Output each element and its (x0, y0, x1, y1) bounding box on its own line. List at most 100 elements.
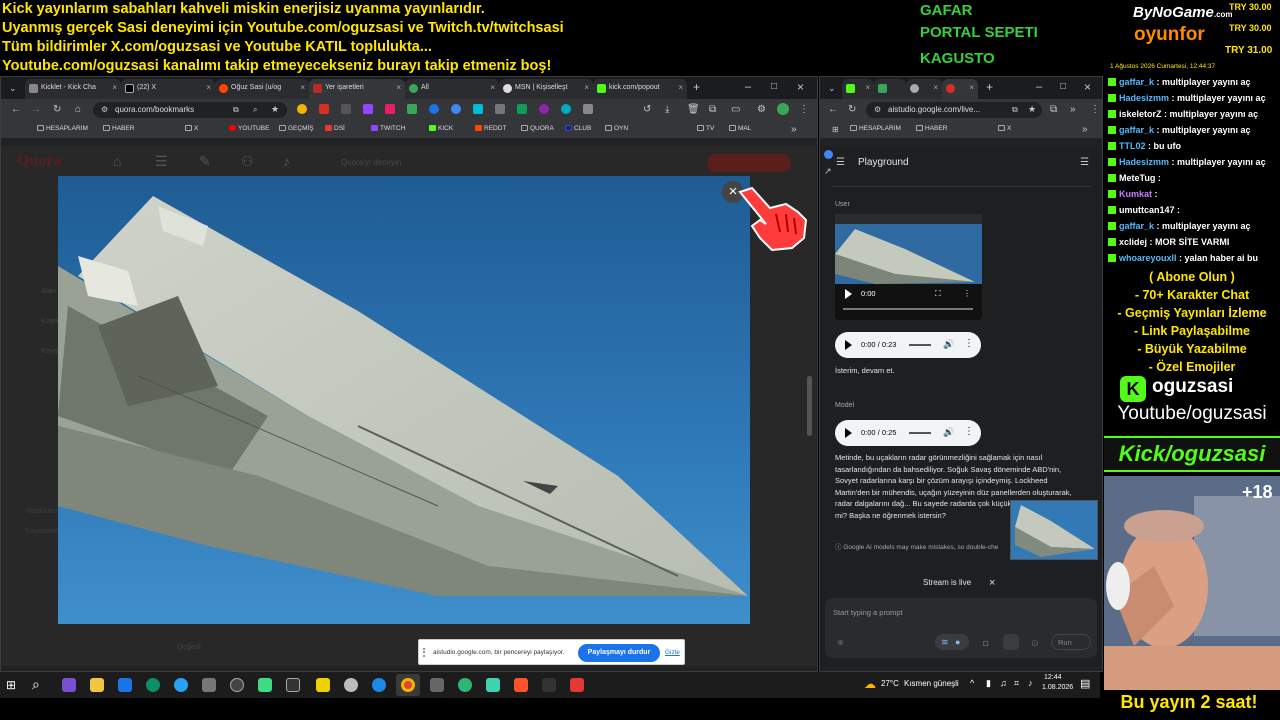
new-tab-icon[interactable]: + (986, 81, 993, 93)
extensions-icon[interactable]: ⧉ (1050, 105, 1057, 115)
play-icon[interactable] (845, 289, 852, 299)
video-player[interactable]: 0:00 ⛶ ⋮ (835, 214, 982, 320)
forward-icon[interactable]: → (31, 105, 41, 115)
pen-app-icon[interactable] (62, 678, 76, 692)
sidebar-item[interactable]: Kaydedildi (25, 526, 60, 535)
menu-icon[interactable]: ☰ (836, 158, 845, 168)
back-icon[interactable]: ← (828, 105, 838, 115)
chat-username[interactable]: umuttcan147 (1119, 205, 1175, 215)
chat-username[interactable]: whoareyouxll (1119, 253, 1177, 263)
history-icon[interactable]: ↺ (643, 105, 651, 115)
tab-all[interactable]: All × (405, 79, 499, 99)
play-icon[interactable] (845, 340, 852, 350)
settings-icon[interactable]: ⚙ (757, 105, 766, 115)
app-icon[interactable] (570, 678, 584, 692)
bookmark-item[interactable]: HESAPLARIM (850, 125, 901, 132)
camera-app-icon[interactable] (202, 678, 216, 692)
sidebar-item[interactable]: Alan (41, 286, 56, 295)
chat-username[interactable]: Hadesizmm (1119, 93, 1169, 103)
drag-handle[interactable] (423, 648, 427, 657)
clock-date[interactable]: 1.08.2026 (1042, 684, 1073, 691)
extensions-icon[interactable]: ⧉ (709, 105, 716, 115)
more-bookmarks-icon[interactable]: » (1082, 125, 1088, 135)
extension-icon[interactable] (341, 104, 351, 114)
sidebar-icon[interactable]: ▭ (731, 105, 740, 115)
chat-username[interactable]: xclidej (1119, 237, 1147, 247)
address-bar[interactable]: ⚙ quora.com/bookmarks ⧉ ⌕ ★ (93, 102, 287, 118)
bookmark-item[interactable]: KICK (429, 125, 453, 132)
app-icon[interactable] (458, 678, 472, 692)
bookmark-star-icon[interactable]: ★ (1028, 104, 1036, 114)
extension-icon[interactable] (495, 104, 505, 114)
bookmark-item[interactable]: TV (697, 125, 714, 132)
tab-search-icon[interactable]: ⌄ (9, 83, 17, 93)
prompt-input[interactable]: Start typing a prompt (833, 608, 903, 617)
notifications-icon[interactable]: ▤ (1080, 677, 1090, 690)
live-preview[interactable] (1010, 500, 1098, 560)
weather-temp[interactable]: 27°C (881, 679, 899, 688)
screen-share-icon[interactable] (1003, 634, 1019, 650)
app-icon[interactable] (486, 678, 500, 692)
avatar[interactable] (777, 103, 789, 115)
app-icon[interactable] (430, 678, 444, 692)
minimize-icon[interactable]: – (1036, 82, 1042, 93)
zoom-icon[interactable]: ⌕ (253, 105, 257, 115)
tab-x[interactable]: (22) X × (121, 79, 215, 99)
more-icon[interactable]: » (1070, 105, 1076, 115)
home-icon[interactable]: ⌂ (75, 105, 81, 115)
scrollbar[interactable] (807, 376, 812, 436)
feed-icon[interactable]: ☰ (155, 154, 168, 168)
tab-kicklet[interactable]: Kicklet - Kick Cha × (25, 79, 121, 99)
new-tab-icon[interactable]: + (693, 81, 700, 93)
bookmark-star-icon[interactable]: ★ (271, 104, 279, 114)
extension-icon[interactable] (385, 104, 395, 114)
search-input[interactable]: Quora'yı deneyin (323, 154, 513, 172)
volume-icon[interactable]: ♪ (1028, 678, 1033, 688)
tab-msn[interactable]: MSN | Kişiselleşt × (499, 79, 593, 99)
app-icon[interactable] (344, 678, 358, 692)
tab-kick[interactable]: × (842, 79, 874, 99)
tab-aistudio[interactable]: × (942, 79, 978, 99)
bookmark-item[interactable]: TWITCH (371, 125, 405, 132)
extension-icon[interactable] (363, 104, 373, 114)
extension-icon[interactable] (539, 104, 549, 114)
home-icon[interactable]: ⌂ (113, 154, 121, 168)
bookmark-item[interactable]: DSİ (325, 125, 345, 132)
audio-player-user[interactable]: 0:00 / 0:23 🔊 ⋮ (835, 332, 981, 358)
usb-icon[interactable]: ▮ (986, 678, 991, 689)
app-icon[interactable] (372, 678, 386, 692)
ask-button[interactable] (707, 154, 791, 172)
app-icon[interactable] (258, 678, 272, 692)
notes-icon[interactable] (316, 678, 330, 692)
apps-icon[interactable]: ⊞ (832, 125, 839, 135)
volume-icon[interactable]: 🔊 (943, 427, 954, 438)
upvote-button[interactable]: Değerli (177, 642, 201, 651)
chat-username[interactable]: gaffar_k (1119, 125, 1154, 135)
file-explorer-icon[interactable] (90, 678, 104, 692)
tab-sc[interactable]: × (906, 79, 942, 99)
download-icon[interactable]: ⤓ (665, 105, 669, 115)
bookmark-item[interactable]: MAL (729, 125, 751, 132)
settings-tune-icon[interactable]: ☰ (1080, 158, 1089, 168)
bookmark-item[interactable]: HABER (103, 125, 134, 132)
audio-player-model[interactable]: 0:00 / 0:25 🔊 ⋮ (835, 420, 981, 446)
extension-icon[interactable] (561, 104, 571, 114)
audio-progress[interactable] (909, 344, 931, 346)
extension-icon[interactable] (583, 104, 593, 114)
maximize-icon[interactable]: □ (1060, 82, 1066, 92)
trash-icon[interactable]: 🗑 (687, 105, 700, 115)
tray-expand-icon[interactable]: ^ (970, 678, 974, 688)
site-info-icon[interactable]: ⚙ (874, 105, 881, 115)
hide-link[interactable]: Gizle (665, 649, 680, 656)
run-button[interactable]: Run (1051, 634, 1091, 650)
attach-icon[interactable]: ⊕ (837, 638, 844, 648)
extension-icon[interactable] (319, 104, 329, 114)
tab-kick-popout[interactable]: kick.com/popout × (593, 79, 687, 99)
address-bar[interactable]: ⚙ aistudio.google.com/live... ⧉ ★ (866, 102, 1042, 118)
more-bookmarks-icon[interactable]: » (791, 125, 797, 135)
mic-toggle[interactable]: ≋ ● (935, 634, 969, 650)
bookmark-item[interactable]: YOUTUBE (229, 125, 269, 132)
chat-username[interactable]: TTL02 (1119, 141, 1146, 151)
chat-username[interactable]: MeteTug (1119, 173, 1155, 183)
close-window-icon[interactable]: × (797, 81, 804, 93)
